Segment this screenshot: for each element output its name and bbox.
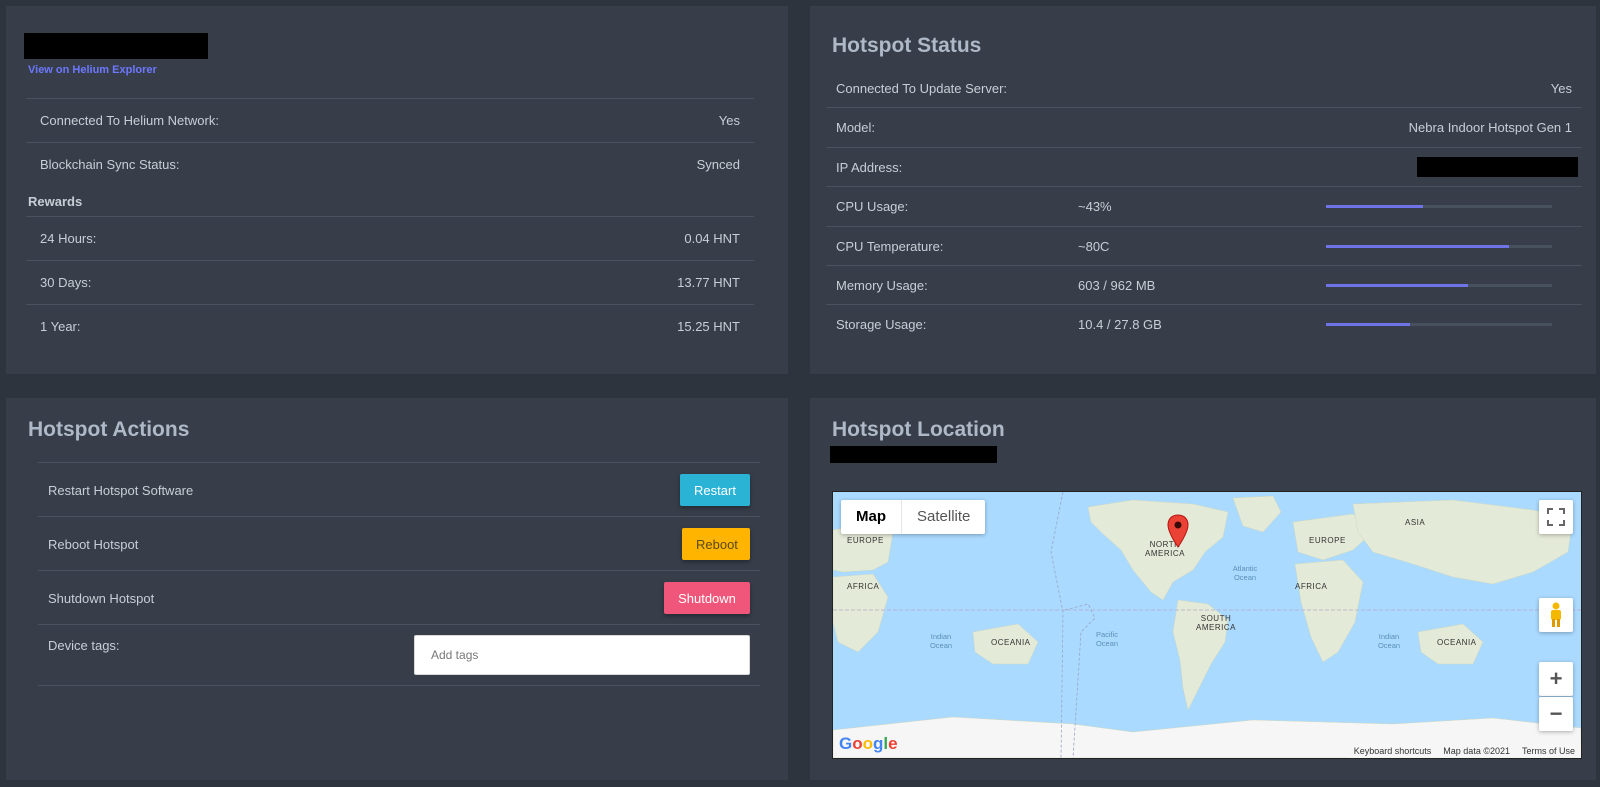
location-redacted <box>830 446 997 463</box>
reward-row-24h: 24 Hours: 0.04 HNT <box>26 216 754 260</box>
hotspot-status-card: Hotspot Status Connected To Update Serve… <box>810 6 1596 374</box>
map-pin-icon[interactable] <box>1167 514 1189 548</box>
progress-track <box>1326 245 1552 248</box>
device-tags-row: Device tags: <box>38 624 760 686</box>
progress-fill <box>1326 284 1469 287</box>
row-value: Yes <box>1550 80 1572 96</box>
map-type-control: Map Satellite <box>841 500 986 534</box>
connected-helium-row: Connected To Helium Network: Yes <box>26 98 754 142</box>
page-title: Hotspot Status <box>832 34 982 57</box>
ip-address-redacted <box>1417 157 1578 177</box>
reward-row-30d: 30 Days: 13.77 HNT <box>26 260 754 304</box>
reboot-row: Reboot Hotspot Reboot <box>38 516 760 571</box>
hotspot-actions-card: Hotspot Actions Restart Hotspot Software… <box>6 398 788 780</box>
ocean-label-indian: Indian Ocean <box>929 632 953 650</box>
metric-row-temperature: CPU Temperature: ~80C <box>826 226 1582 266</box>
map-label-africa: AFRICA <box>847 582 880 591</box>
map-type-satellite-button[interactable]: Satellite <box>902 500 985 534</box>
row-label: Device tags: <box>48 638 120 653</box>
row-label: IP Address: <box>836 160 903 175</box>
shutdown-row: Shutdown Hotspot Shutdown <box>38 570 760 625</box>
row-label: Connected To Helium Network: <box>40 113 219 128</box>
metric-row-storage: Storage Usage: 10.4 / 27.8 GB <box>826 304 1582 344</box>
blockchain-sync-row: Blockchain Sync Status: Synced <box>26 142 754 186</box>
progress-track <box>1326 323 1552 326</box>
row-label: Connected To Update Server: <box>836 80 1008 96</box>
map-data-text: Map data ©2021 <box>1443 746 1510 756</box>
google-logo: Google <box>839 734 898 753</box>
hotspot-location-card: Hotspot Location EUROPE AFRICA NORTH AME… <box>810 398 1596 780</box>
zoom-in-button[interactable]: + <box>1539 662 1573 696</box>
row-label: Reboot Hotspot <box>48 536 139 552</box>
row-label: CPU Temperature: <box>836 239 944 254</box>
terms-of-use-link[interactable]: Terms of Use <box>1516 744 1581 758</box>
progress-track <box>1326 284 1552 287</box>
row-value: 603 / 962 MB <box>1078 278 1156 293</box>
hotspot-overview-card: View on Helium Explorer Connected To Hel… <box>6 6 788 374</box>
map-type-map-button[interactable]: Map <box>841 500 902 534</box>
actions-title: Hotspot Actions <box>28 418 190 441</box>
location-title: Hotspot Location <box>832 418 1005 441</box>
model-row: Model: Nebra Indoor Hotspot Gen 1 <box>826 107 1582 147</box>
restart-row: Restart Hotspot Software Restart <box>38 462 760 517</box>
pegman-icon[interactable] <box>1539 598 1573 632</box>
row-value: 13.77 HNT <box>677 275 740 290</box>
rewards-heading: Rewards <box>28 194 83 209</box>
row-label: 30 Days: <box>40 275 92 290</box>
row-label: Model: <box>836 120 876 135</box>
restart-button[interactable]: Restart <box>680 474 750 506</box>
metric-row-cpu: CPU Usage: ~43% <box>826 186 1582 226</box>
fullscreen-icon[interactable] <box>1539 500 1573 534</box>
row-label: Memory Usage: <box>836 278 928 293</box>
row-label: Restart Hotspot Software <box>48 482 194 498</box>
ip-address-row: IP Address: <box>826 147 1582 187</box>
shutdown-button[interactable]: Shutdown <box>664 582 750 614</box>
row-value: Nebra Indoor Hotspot Gen 1 <box>1408 120 1572 135</box>
progress-track <box>1326 205 1552 208</box>
progress-fill <box>1326 205 1424 208</box>
row-value: ~43% <box>1078 199 1112 214</box>
row-value: Synced <box>696 157 740 172</box>
row-label: Blockchain Sync Status: <box>40 157 180 172</box>
progress-fill <box>1326 245 1510 248</box>
ocean-label-indian-2: Indian Ocean <box>1377 632 1401 650</box>
ocean-label-atlantic: Atlantic Ocean <box>1232 564 1258 582</box>
device-tags-input[interactable] <box>414 635 750 675</box>
map-label-oceania: OCEANIA <box>991 638 1031 647</box>
map-label-europe-2: EUROPE <box>1309 536 1346 545</box>
row-label: 24 Hours: <box>40 231 97 246</box>
map-label-oceania-2: OCEANIA <box>1437 638 1477 647</box>
row-label: 1 Year: <box>40 319 81 334</box>
row-value: ~80C <box>1078 239 1110 254</box>
map-label-europe: EUROPE <box>847 536 884 545</box>
map-label-africa-2: AFRICA <box>1295 582 1328 591</box>
map-footer: Keyboard shortcuts Map data ©2021 Terms … <box>1347 744 1581 758</box>
zoom-out-button[interactable]: − <box>1539 697 1573 731</box>
row-label: Storage Usage: <box>836 317 927 332</box>
map-label-asia: ASIA <box>1405 518 1426 527</box>
row-value: 10.4 / 27.8 GB <box>1078 317 1162 332</box>
row-label: Shutdown Hotspot <box>48 590 155 606</box>
reward-row-1y: 1 Year: 15.25 HNT <box>26 304 754 348</box>
map-view[interactable]: EUROPE AFRICA NORTH AMERICA SOUTH AMERIC… <box>832 491 1582 759</box>
progress-fill <box>1326 323 1410 326</box>
row-value: 0.04 HNT <box>684 231 740 246</box>
row-label: CPU Usage: <box>836 199 909 214</box>
row-value: 15.25 HNT <box>677 319 740 334</box>
map-label-south-america: SOUTH AMERICA <box>1196 614 1236 632</box>
hotspot-name-redacted <box>24 33 208 59</box>
ocean-label-pacific: Pacific Ocean <box>1095 630 1119 648</box>
metric-row-memory: Memory Usage: 603 / 962 MB <box>826 265 1582 305</box>
row-value: Yes <box>718 113 740 128</box>
helium-explorer-link[interactable]: View on Helium Explorer <box>28 64 157 76</box>
update-server-row: Connected To Update Server: Yes <box>826 68 1582 108</box>
keyboard-shortcuts-link[interactable]: Keyboard shortcuts <box>1348 744 1438 758</box>
reboot-button[interactable]: Reboot <box>682 528 750 560</box>
